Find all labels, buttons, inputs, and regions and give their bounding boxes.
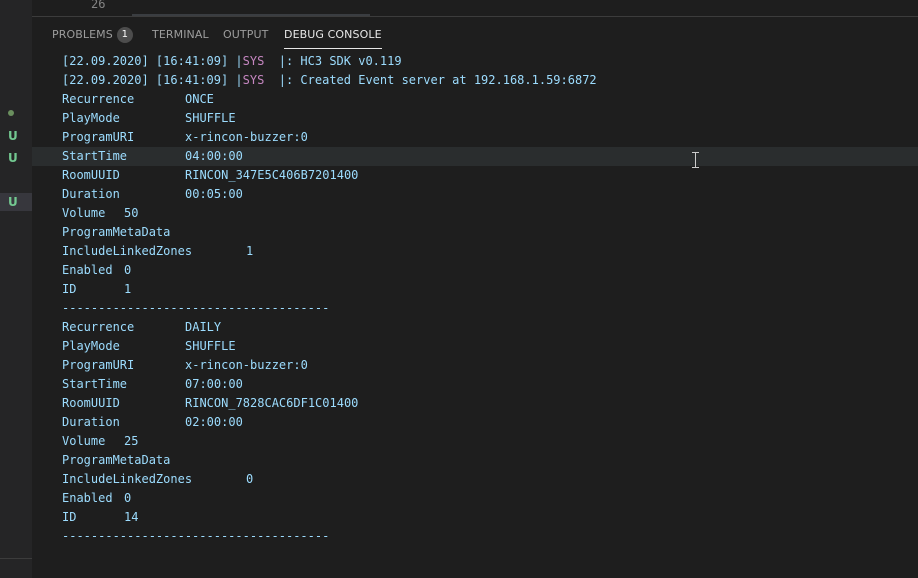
alarm-row: Volume 25 (32, 432, 918, 451)
alarm-value: 1 (246, 244, 254, 258)
separator-text: ------------------------------------- (62, 301, 330, 315)
alarm-value: 02:00:00 (185, 415, 243, 429)
alarm-key: ProgramMetaData (62, 453, 171, 467)
alarm-key: ProgramURI (62, 358, 135, 372)
tab-output[interactable]: OUTPUT (223, 27, 268, 47)
log-message: |: HC3 SDK v0.119 (264, 54, 402, 68)
alarm-key: IncludeLinkedZones (62, 472, 193, 486)
alarm-key: Recurrence (62, 92, 135, 106)
alarm-value: SHUFFLE (185, 111, 236, 125)
vscode-window: U U U 26 PROBLEMS 1 TERMINAL OUTPUT DEBUG… (0, 0, 918, 578)
tab-label: DEBUG CONSOLE (284, 28, 382, 41)
alarm-row: ProgramURI x-rincon-buzzer:0 (32, 128, 918, 147)
bottom-panel: PROBLEMS 1 TERMINAL OUTPUT DEBUG CONSOLE … (32, 16, 918, 578)
alarm-row: RoomUUID RINCON_7828CAC6DF1C01400 (32, 394, 918, 413)
tab-label: TERMINAL (152, 28, 209, 41)
alarm-row: Volume 50 (32, 204, 918, 223)
editor-area: 26 (32, 0, 918, 16)
alarm-value: SHUFFLE (185, 339, 236, 353)
alarm-key: Recurrence (62, 320, 135, 334)
alarm-value: 14 (124, 510, 139, 524)
alarm-row: IncludeLinkedZones 1 (32, 242, 918, 261)
explorer-gutter: U U U (0, 0, 32, 578)
alarm-key: ID (62, 510, 77, 524)
log-timestamp: [22.09.2020] [16:41:09] | (62, 54, 243, 68)
alarm-value: 00:05:00 (185, 187, 243, 201)
alarm-key: Duration (62, 187, 120, 201)
tab-problems[interactable]: PROBLEMS 1 (52, 27, 133, 47)
alarm-row: ID 14 (32, 508, 918, 527)
alarm-row: Enabled 0 (32, 489, 918, 508)
alarm-value: 0 (246, 472, 254, 486)
alarm-value: 0 (124, 491, 132, 505)
alarm-key: Enabled (62, 263, 113, 277)
alarm-row: IncludeLinkedZones 0 (32, 470, 918, 489)
alarm-row: StartTime 07:00:00 (32, 375, 918, 394)
log-line: [22.09.2020] [16:41:09] |SYS |: Created … (32, 71, 918, 90)
log-timestamp: [22.09.2020] [16:41:09] | (62, 73, 243, 87)
alarm-key: RoomUUID (62, 168, 120, 182)
alarm-value: 0 (124, 263, 132, 277)
alarm-row: ProgramURI x-rincon-buzzer:0 (32, 356, 918, 375)
alarm-value: 07:00:00 (185, 377, 243, 391)
alarm-row: RoomUUID RINCON_347E5C406B7201400 (32, 166, 918, 185)
alarm-value: x-rincon-buzzer:0 (185, 358, 308, 372)
alarm-row: Recurrence DAILY (32, 318, 918, 337)
log-sys-tag: SYS (242, 54, 265, 68)
alarm-key: RoomUUID (62, 396, 120, 410)
divider (0, 558, 32, 559)
git-untracked-marker[interactable]: U (0, 193, 32, 211)
log-sys-tag: SYS (242, 73, 265, 87)
alarm-key: IncludeLinkedZones (62, 244, 193, 258)
alarm-row: ProgramMetaData (32, 223, 918, 242)
panel-tabs: PROBLEMS 1 TERMINAL OUTPUT DEBUG CONSOLE (32, 17, 918, 49)
alarm-value: 50 (124, 206, 139, 220)
tab-label: PROBLEMS (52, 28, 113, 41)
tab-terminal[interactable]: TERMINAL (152, 27, 209, 47)
alarm-key: Volume (62, 434, 106, 448)
alarm-row: Duration 00:05:00 (32, 185, 918, 204)
git-untracked-marker[interactable]: U (8, 128, 18, 144)
alarm-value: RINCON_7828CAC6DF1C01400 (185, 396, 359, 410)
tab-debug-console[interactable]: DEBUG CONSOLE (284, 27, 382, 49)
alarm-key: StartTime (62, 149, 128, 163)
alarm-value: 1 (124, 282, 132, 296)
alarm-value: RINCON_347E5C406B7201400 (185, 168, 359, 182)
alarm-value: x-rincon-buzzer:0 (185, 130, 308, 144)
alarm-value: DAILY (185, 320, 222, 334)
alarm-key: ProgramMetaData (62, 225, 171, 239)
alarm-row: PlayMode SHUFFLE (32, 337, 918, 356)
tab-label: OUTPUT (223, 28, 269, 41)
separator-line: ------------------------------------- (32, 299, 918, 318)
alarm-key: ID (62, 282, 77, 296)
alarm-row: Recurrence ONCE (32, 90, 918, 109)
alarm-key: PlayMode (62, 111, 120, 125)
alarm-key: Volume (62, 206, 106, 220)
alarm-value: ONCE (185, 92, 214, 106)
alarm-key: ProgramURI (62, 130, 135, 144)
separator-line: ------------------------------------- (32, 527, 918, 546)
alarm-row: StartTime 04:00:00 (32, 147, 918, 166)
git-untracked-marker[interactable]: U (8, 150, 18, 166)
alarm-key: Enabled (62, 491, 113, 505)
log-line: [22.09.2020] [16:41:09] |SYS |: HC3 SDK … (32, 52, 918, 71)
alarm-key: Duration (62, 415, 120, 429)
modified-dot-icon (8, 110, 14, 116)
alarm-key: StartTime (62, 377, 128, 391)
separator-text: ------------------------------------- (62, 529, 330, 543)
line-number: 26 (91, 0, 106, 11)
alarm-row: ProgramMetaData (32, 451, 918, 470)
text-cursor-icon (692, 152, 700, 168)
log-message: |: Created Event server at 192.168.1.59:… (264, 73, 597, 87)
alarm-value: 25 (124, 434, 139, 448)
alarm-row: Enabled 0 (32, 261, 918, 280)
alarm-value: 04:00:00 (185, 149, 243, 163)
alarm-row: PlayMode SHUFFLE (32, 109, 918, 128)
problems-count-badge: 1 (116, 27, 133, 43)
alarm-row: ID 1 (32, 280, 918, 299)
alarm-key: PlayMode (62, 339, 120, 353)
alarm-row: Duration 02:00:00 (32, 413, 918, 432)
